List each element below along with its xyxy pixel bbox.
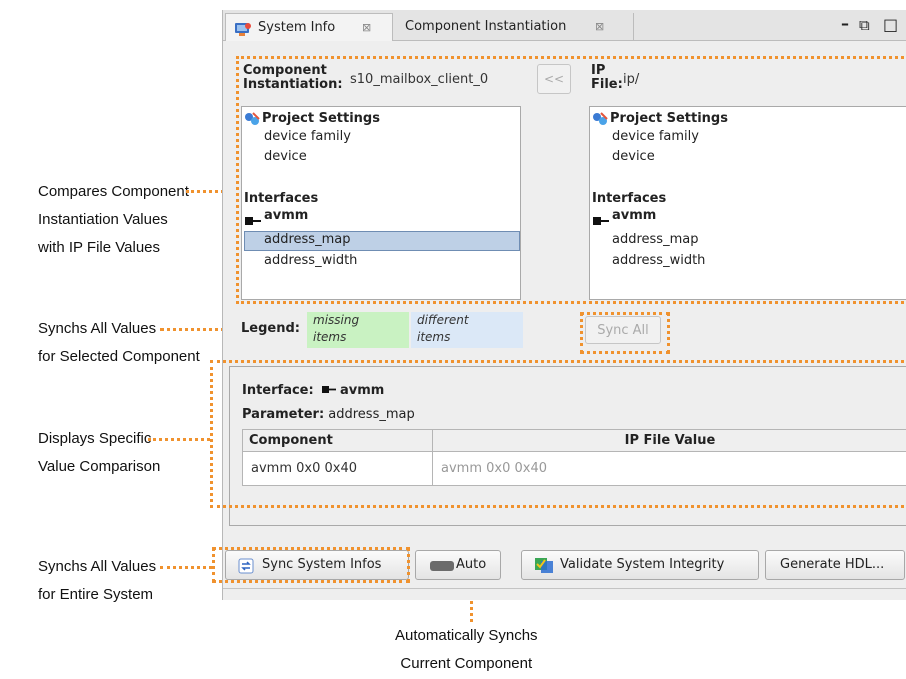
close-icon[interactable]: ⊠ <box>362 14 371 41</box>
annotation-line: Compares Component <box>38 183 189 200</box>
connector <box>160 566 212 569</box>
annotation-line: Automatically Synchs <box>395 627 538 644</box>
legend-different-items: different items <box>411 312 523 348</box>
system-info-icon <box>234 20 252 36</box>
legend-text: items <box>313 330 347 344</box>
highlight-sync-system <box>212 547 410 583</box>
annotation-auto: Automatically Synchs Current Component <box>395 622 538 678</box>
restore-icon[interactable]: ⧉ <box>859 16 870 34</box>
annotation-displays: Displays Specific Value Comparison <box>38 425 160 481</box>
generate-hdl-button[interactable]: Generate HDL... <box>765 550 905 580</box>
annotation-line: Displays Specific <box>38 430 152 447</box>
validate-system-integrity-button[interactable]: Validate System Integrity <box>521 550 759 580</box>
close-icon[interactable]: ⊠ <box>595 13 604 40</box>
legend-text: missing <box>313 313 360 327</box>
annotation-line: Synchs All Values <box>38 558 157 575</box>
tab-component-instantiation[interactable]: Component Instantiation ⊠ <box>395 13 631 41</box>
tab-label: System Info <box>258 20 336 35</box>
status-divider <box>223 588 906 589</box>
annotation-line: for Entire System <box>38 586 154 603</box>
validate-label: Validate System Integrity <box>560 557 725 572</box>
tab-bar: System Info ⊠ Component Instantiation ⊠ … <box>223 10 906 41</box>
highlight-value-comparison <box>210 360 906 508</box>
legend-missing-items: missing items <box>307 312 409 348</box>
tab-separator <box>633 13 634 41</box>
highlight-comparison-trees <box>236 56 906 304</box>
annotation-compare: Compares Component Instantiation Values … <box>38 178 189 262</box>
generate-hdl-label: Generate HDL... <box>780 557 885 572</box>
connector <box>148 438 210 441</box>
annotation-line: for Selected Component <box>38 348 200 365</box>
annotation-line: Instantiation Values <box>38 211 168 228</box>
legend-text: items <box>417 330 451 344</box>
maximize-icon[interactable]: □ <box>883 15 898 34</box>
validate-icon <box>534 556 554 585</box>
tab-label: Component Instantiation <box>405 19 567 34</box>
legend-label: Legend: <box>241 321 300 336</box>
toggle-switch-icon <box>430 561 454 571</box>
annotation-line: Value Comparison <box>38 458 161 475</box>
minimize-icon[interactable]: – <box>841 14 849 33</box>
auto-toggle[interactable]: Auto <box>415 550 501 580</box>
legend-text: different <box>417 313 469 327</box>
annotation-sync-system: Synchs All Values for Entire System <box>38 553 156 609</box>
annotation-line: Current Component <box>400 655 533 672</box>
highlight-sync-all <box>580 312 670 354</box>
tab-system-info[interactable]: System Info ⊠ <box>225 13 393 41</box>
annotation-line: with IP File Values <box>38 239 160 256</box>
annotation-sync-all: Synchs All Values for Selected Component <box>38 315 200 371</box>
auto-label: Auto <box>456 557 487 572</box>
